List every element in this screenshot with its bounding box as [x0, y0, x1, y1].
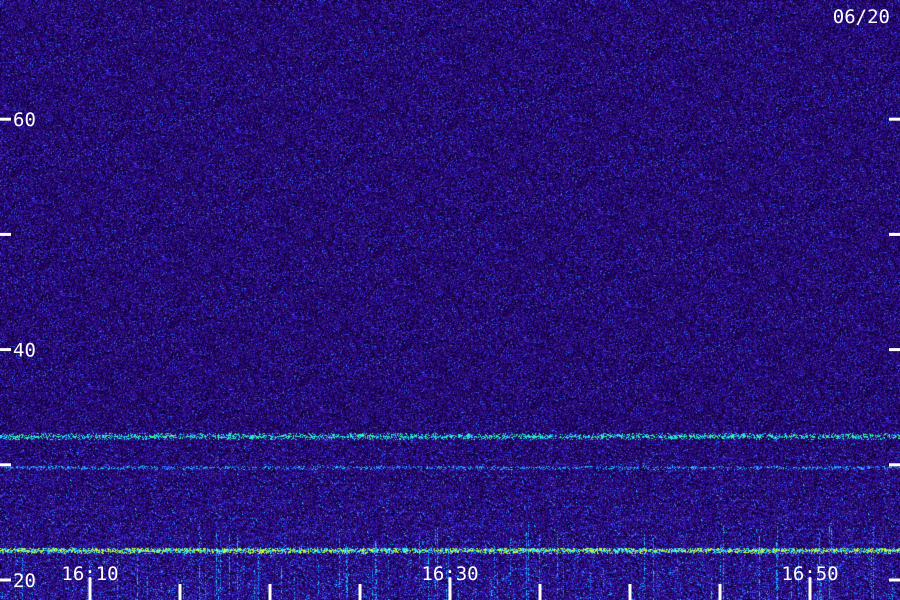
y-axis-ticks — [0, 117, 900, 582]
y-tick-label: 60 — [13, 109, 36, 131]
y-tick-label: 20 — [13, 570, 36, 592]
x-tick-label: 16:30 — [421, 563, 478, 585]
spectrogram: 20 40 60 16:10 16:30 16:50 06/20 — [0, 0, 900, 600]
y-tick-label: 40 — [13, 340, 36, 362]
y-axis-labels: 20 40 60 — [13, 109, 36, 592]
x-tick-label: 16:50 — [781, 563, 838, 585]
date-label: 06/20 — [833, 6, 890, 28]
spectrogram-axes: 20 40 60 16:10 16:30 16:50 06/20 — [0, 6, 900, 600]
x-tick-label: 16:10 — [61, 563, 118, 585]
x-axis-labels: 16:10 16:30 16:50 — [61, 563, 838, 585]
